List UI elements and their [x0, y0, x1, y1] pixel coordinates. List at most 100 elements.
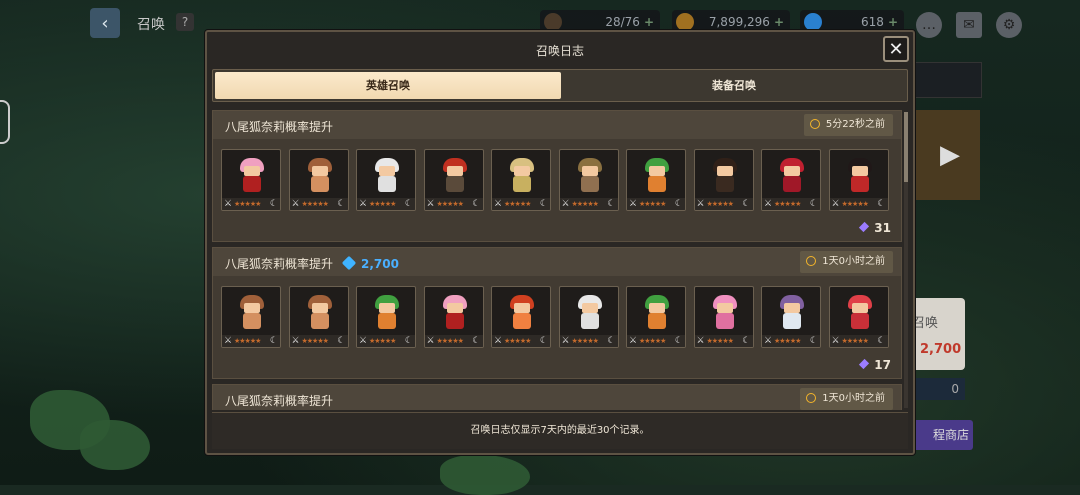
- log-entry-count: 31: [859, 221, 891, 235]
- back-arrow-icon: ‹: [101, 12, 109, 34]
- element-icon: ☾: [472, 336, 481, 346]
- hero-portrait: [778, 295, 806, 331]
- weapon-type-icon: ⚔: [696, 336, 705, 346]
- stamina-value: 28/76: [605, 15, 640, 29]
- foliage: [440, 455, 530, 495]
- hero-portrait: [643, 295, 671, 331]
- back-button[interactable]: ‹: [90, 8, 120, 38]
- hero-portrait: [643, 158, 671, 194]
- hero-portrait: [846, 158, 874, 194]
- hero-portrait: [508, 158, 536, 194]
- summon-log-list[interactable]: 八尾狐奈莉概率提升 5分22秒之前 ★★★★★ ⚔ ☾ ★★★★★ ⚔ ☾ ★★★★★ ⚔ ☾ ★…: [212, 110, 902, 410]
- add-gold-icon[interactable]: +: [774, 15, 784, 29]
- element-icon: ☾: [539, 199, 548, 209]
- weapon-type-icon: ⚔: [561, 199, 570, 209]
- underlying-panel-top: [905, 62, 982, 98]
- hero-card[interactable]: ★★★★★ ⚔ ☾: [693, 286, 754, 348]
- add-gem-icon[interactable]: +: [888, 15, 898, 29]
- weapon-type-icon: ⚔: [494, 336, 503, 346]
- tab-equipment-summon[interactable]: 装备召唤: [561, 72, 907, 99]
- settings-icon[interactable]: ⚙: [996, 12, 1022, 38]
- page-title: 召唤: [137, 17, 165, 33]
- hero-card[interactable]: ★★★★★ ⚔ ☾: [491, 149, 551, 211]
- weapon-type-icon: ⚔: [359, 336, 368, 346]
- tab-hero-summon[interactable]: 英雄召唤: [215, 72, 561, 99]
- hero-card[interactable]: ★★★★★ ⚔ ☾: [761, 286, 821, 348]
- weapon-type-icon: ⚔: [561, 336, 570, 346]
- chat-icon[interactable]: …: [916, 12, 942, 38]
- weapon-type-icon: ⚔: [764, 199, 773, 209]
- element-icon: ☾: [472, 199, 481, 209]
- hero-card[interactable]: ★★★★★ ⚔ ☾: [491, 286, 551, 348]
- weapon-type-icon: ⚔: [359, 199, 368, 209]
- weapon-type-icon: ⚔: [224, 199, 233, 209]
- weapon-type-icon: ⚔: [629, 336, 638, 346]
- hero-portrait: [441, 295, 469, 331]
- element-icon: ☾: [674, 199, 683, 209]
- element-icon: ☾: [877, 199, 886, 209]
- hero-portrait: [846, 295, 874, 331]
- gem-icon: [341, 255, 357, 271]
- modal-title: 召唤日志: [535, 44, 584, 58]
- hero-card[interactable]: ★★★★★ ⚔ ☾: [356, 286, 416, 348]
- log-entry: 八尾狐奈莉概率提升 1天0小时之前: [212, 384, 902, 410]
- underlying-summon-label: 召唤: [912, 316, 939, 331]
- hero-card[interactable]: ★★★★★ ⚔ ☾: [558, 286, 619, 348]
- hero-card[interactable]: ★★★★★ ⚔ ☾: [423, 149, 484, 211]
- hero-card[interactable]: ★★★★★ ⚔ ☾: [288, 149, 349, 211]
- hero-card[interactable]: ★★★★★ ⚔ ☾: [828, 149, 889, 211]
- log-entry-count-text: 31: [874, 221, 891, 235]
- log-entry-time: 1天0小时之前: [800, 251, 893, 273]
- hero-card[interactable]: ★★★★★ ⚔ ☾: [288, 286, 349, 348]
- gold-value: 7,899,296: [708, 15, 770, 29]
- add-stamina-icon[interactable]: +: [644, 15, 654, 29]
- element-icon: ☾: [404, 199, 413, 209]
- log-entry-time: 1天0小时之前: [800, 388, 893, 410]
- log-entry-count-text: 17: [874, 358, 891, 372]
- close-button[interactable]: ✕: [883, 36, 909, 62]
- log-entry-time-text: 5分22秒之前: [825, 119, 885, 130]
- hero-card[interactable]: ★★★★★ ⚔ ☾: [828, 286, 889, 348]
- element-icon: ☾: [742, 336, 751, 346]
- hero-card[interactable]: ★★★★★ ⚔ ☾: [626, 286, 686, 348]
- log-entry-title-text: 八尾狐奈莉概率提升: [225, 257, 334, 271]
- underlying-shop-button[interactable]: 程商店: [905, 420, 973, 450]
- hero-card[interactable]: ★★★★★ ⚔ ☾: [221, 286, 281, 348]
- gold-coin-icon: [676, 13, 694, 31]
- hero-card[interactable]: ★★★★★ ⚔ ☾: [221, 149, 281, 211]
- side-handle[interactable]: [0, 100, 10, 144]
- element-icon: ☾: [607, 336, 616, 346]
- element-icon: ☾: [269, 336, 278, 346]
- play-arrow-icon[interactable]: ▶: [940, 140, 960, 170]
- log-entry-time-text: 1天0小时之前: [822, 256, 885, 267]
- element-icon: ☾: [337, 199, 346, 209]
- weapon-type-icon: ⚔: [494, 199, 503, 209]
- gem-value: 618: [861, 15, 884, 29]
- log-entry-count: 17: [859, 358, 891, 372]
- clock-icon: [809, 119, 820, 129]
- summon-log-modal: 召唤日志 ✕ 英雄召唤 装备召唤 八尾狐奈莉概率提升 5分22秒之前 ★★★★★…: [205, 30, 915, 455]
- hero-card[interactable]: ★★★★★ ⚔ ☾: [761, 149, 821, 211]
- hero-card[interactable]: ★★★★★ ⚔ ☾: [626, 149, 686, 211]
- crystal-icon: [859, 358, 870, 370]
- hero-card[interactable]: ★★★★★ ⚔ ☾: [558, 149, 619, 211]
- hero-portrait: [576, 295, 604, 331]
- scrollbar-thumb[interactable]: [904, 112, 908, 182]
- hero-card[interactable]: ★★★★★ ⚔ ☾: [693, 149, 754, 211]
- log-entry-title: 八尾狐奈莉概率提升 2,700: [225, 255, 399, 272]
- hero-portrait: [238, 295, 266, 331]
- help-button[interactable]: ?: [176, 13, 194, 31]
- hero-portrait: [711, 158, 739, 194]
- hero-portrait: [373, 158, 401, 194]
- weapon-type-icon: ⚔: [224, 336, 233, 346]
- element-icon: ☾: [607, 199, 616, 209]
- hero-card[interactable]: ★★★★★ ⚔ ☾: [356, 149, 416, 211]
- element-icon: ☾: [809, 336, 818, 346]
- hero-card[interactable]: ★★★★★ ⚔ ☾: [423, 286, 484, 348]
- crystal-icon: [859, 221, 870, 233]
- mail-icon[interactable]: ✉: [956, 12, 982, 38]
- tab-bar: 英雄召唤 装备召唤: [212, 69, 908, 102]
- foliage: [80, 420, 150, 470]
- log-entry: 八尾狐奈莉概率提升 5分22秒之前 ★★★★★ ⚔ ☾ ★★★★★ ⚔ ☾ ★★★★★ ⚔ ☾ ★…: [212, 110, 902, 242]
- underlying-summon-price: 2,700: [920, 342, 962, 357]
